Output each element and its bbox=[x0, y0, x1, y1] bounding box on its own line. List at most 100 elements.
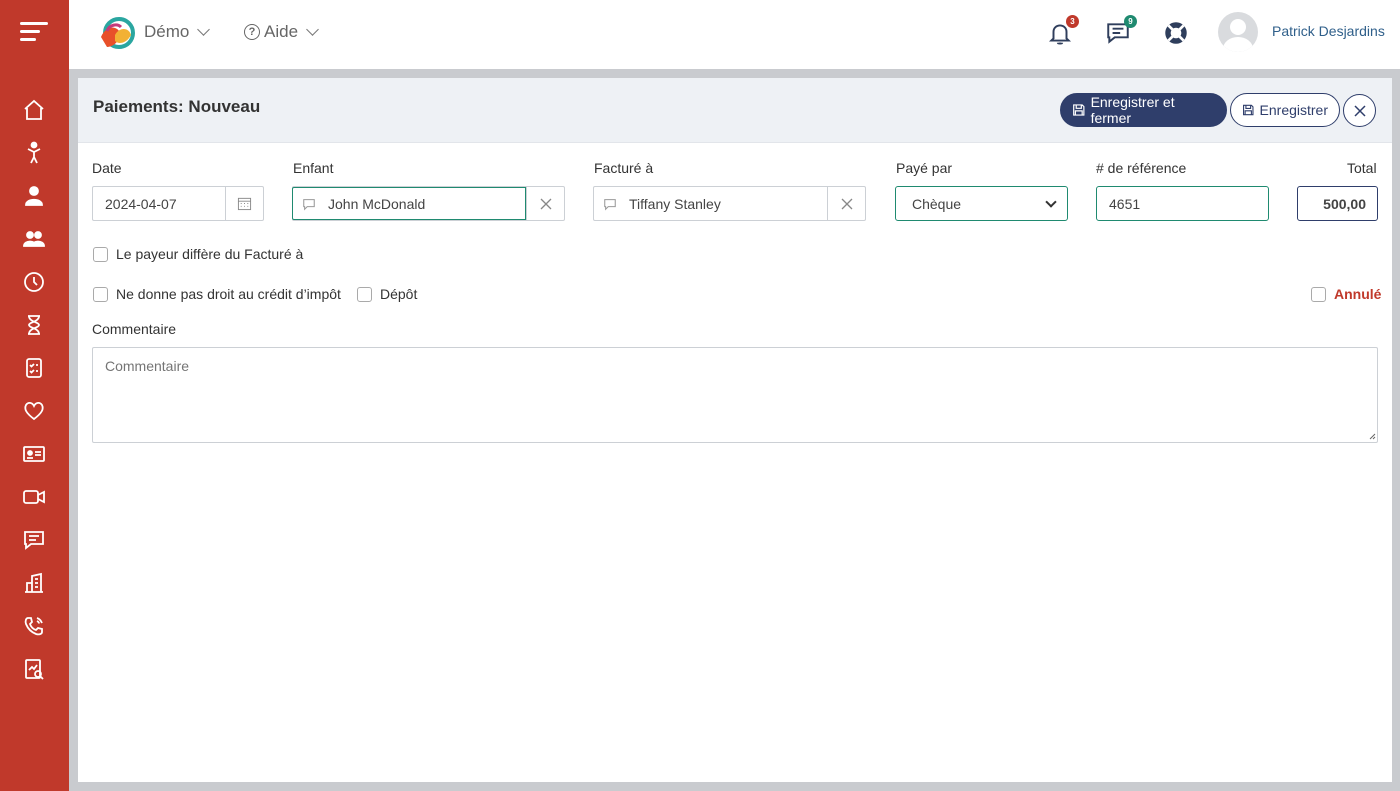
no-tax-credit-checkbox[interactable]: Ne donne pas droit au crédit d’impôt bbox=[93, 286, 341, 302]
billed-to-value: Tiffany Stanley bbox=[629, 195, 721, 212]
billed-to-field[interactable]: Tiffany Stanley bbox=[593, 186, 866, 221]
child-value: John McDonald bbox=[328, 195, 426, 212]
building-icon bbox=[25, 572, 43, 593]
sidebar bbox=[0, 0, 69, 791]
report-icon bbox=[25, 659, 44, 680]
no-tax-credit-label: Ne donne pas droit au crédit d’impôt bbox=[116, 286, 341, 302]
reference-label: # de référence bbox=[1096, 160, 1187, 176]
group-icon bbox=[23, 231, 45, 247]
help-menu[interactable]: ? Aide bbox=[244, 22, 319, 42]
page-title: Paiements: Nouveau bbox=[93, 97, 261, 116]
chevron-down-icon bbox=[1045, 195, 1057, 208]
heart-icon bbox=[24, 401, 44, 421]
sidebar-item-hourglass[interactable] bbox=[19, 310, 49, 340]
sidebar-item-child[interactable] bbox=[19, 138, 49, 168]
total-field[interactable]: 500,00 bbox=[1297, 186, 1378, 221]
payer-differs-checkbox[interactable]: Le payeur diffère du Facturé à bbox=[93, 246, 303, 262]
save-icon bbox=[1073, 104, 1085, 116]
checkbox-box[interactable] bbox=[357, 286, 372, 302]
calendar-icon bbox=[237, 197, 252, 211]
paid-by-value: Chèque bbox=[912, 195, 962, 212]
sidebar-item-video[interactable] bbox=[19, 482, 49, 512]
child-field[interactable]: John McDonald bbox=[292, 186, 565, 221]
resize-grip-icon[interactable] bbox=[1368, 432, 1376, 440]
messages-badge: 9 bbox=[1124, 15, 1137, 28]
sidebar-item-report[interactable] bbox=[19, 654, 49, 684]
save-button[interactable]: Enregistrer bbox=[1230, 93, 1340, 127]
app-logo bbox=[101, 17, 135, 49]
total-value: 500,00 bbox=[1323, 195, 1366, 212]
home-icon bbox=[24, 99, 44, 120]
billed-to-label: Facturé à bbox=[594, 160, 654, 176]
clock-icon bbox=[24, 272, 44, 292]
notifications-badge: 3 bbox=[1066, 15, 1079, 28]
deposit-label: Dépôt bbox=[380, 286, 418, 302]
search-icon bbox=[303, 198, 315, 211]
save-icon bbox=[1243, 104, 1254, 116]
chevron-down-icon bbox=[197, 23, 211, 36]
close-icon bbox=[1353, 104, 1366, 117]
sidebar-item-checklist[interactable] bbox=[19, 353, 49, 383]
clear-billed-to-button[interactable] bbox=[827, 187, 865, 220]
help-label: Aide bbox=[264, 22, 299, 41]
id-card-icon bbox=[23, 446, 45, 462]
organization-label: Démo bbox=[144, 22, 190, 41]
sidebar-item-chat[interactable] bbox=[19, 525, 49, 555]
save-label: Enregistrer bbox=[1259, 102, 1328, 118]
hourglass-icon bbox=[28, 315, 40, 335]
sidebar-item-person[interactable] bbox=[19, 181, 49, 211]
avatar[interactable] bbox=[1218, 12, 1258, 52]
payment-form-panel: Paiements: Nouveau Enregistrer et fermer… bbox=[78, 78, 1392, 782]
child-input[interactable]: John McDonald bbox=[292, 187, 526, 220]
checkbox-box[interactable] bbox=[93, 246, 108, 262]
chevron-down-icon bbox=[306, 23, 319, 36]
topbar: Démo ? Aide 3 9 Patrick Desjardins bbox=[69, 0, 1400, 69]
payer-differs-label: Le payeur diffère du Facturé à bbox=[116, 246, 304, 262]
sidebar-item-group[interactable] bbox=[19, 224, 49, 254]
sidebar-item-home[interactable] bbox=[19, 95, 49, 125]
panel-header: Paiements: Nouveau Enregistrer et fermer… bbox=[78, 78, 1392, 143]
child-icon bbox=[27, 141, 41, 164]
messages-button[interactable]: 9 bbox=[1105, 15, 1137, 48]
cancelled-label: Annulé bbox=[1334, 286, 1382, 302]
checkbox-box[interactable] bbox=[93, 286, 108, 302]
paid-by-select[interactable]: Chèque bbox=[895, 186, 1068, 221]
cancelled-checkbox[interactable]: Annulé bbox=[1311, 286, 1381, 302]
chat-icon bbox=[24, 531, 44, 550]
person-icon bbox=[25, 186, 43, 206]
sidebar-item-clock[interactable] bbox=[19, 267, 49, 297]
calendar-button[interactable] bbox=[225, 187, 263, 220]
help-icon: ? bbox=[244, 24, 260, 40]
date-field[interactable]: 2024-04-07 bbox=[92, 186, 264, 221]
save-and-close-label: Enregistrer et fermer bbox=[1090, 94, 1175, 126]
date-value: 2024-04-07 bbox=[105, 195, 177, 212]
organization-menu[interactable]: Démo bbox=[144, 22, 211, 42]
search-icon bbox=[604, 198, 616, 211]
comment-textarea[interactable] bbox=[92, 347, 1378, 443]
lifebuoy-icon bbox=[1165, 22, 1187, 44]
paid-by-label: Payé par bbox=[896, 160, 953, 176]
phone-icon bbox=[24, 617, 43, 636]
sidebar-item-building[interactable] bbox=[19, 568, 49, 598]
reference-value: 4651 bbox=[1109, 195, 1141, 212]
close-button[interactable] bbox=[1343, 94, 1376, 127]
menu-toggle-icon[interactable] bbox=[20, 22, 48, 46]
comment-label: Commentaire bbox=[92, 321, 177, 337]
close-icon bbox=[841, 198, 852, 209]
video-icon bbox=[23, 490, 45, 504]
total-label: Total bbox=[1347, 160, 1377, 176]
reference-input[interactable]: 4651 bbox=[1096, 186, 1269, 221]
sidebar-item-id-card[interactable] bbox=[19, 439, 49, 469]
notifications-button[interactable]: 3 bbox=[1047, 15, 1079, 48]
support-button[interactable] bbox=[1163, 20, 1191, 48]
deposit-checkbox[interactable]: Dépôt bbox=[357, 286, 417, 302]
sidebar-item-heart[interactable] bbox=[19, 396, 49, 426]
clear-child-button[interactable] bbox=[526, 187, 564, 220]
checklist-icon bbox=[26, 358, 42, 378]
sidebar-item-phone[interactable] bbox=[19, 611, 49, 641]
close-icon bbox=[540, 198, 551, 209]
checkbox-box[interactable] bbox=[1311, 286, 1326, 302]
user-name[interactable]: Patrick Desjardins bbox=[1272, 23, 1385, 39]
save-and-close-button[interactable]: Enregistrer et fermer bbox=[1060, 93, 1227, 127]
date-label: Date bbox=[92, 160, 122, 176]
